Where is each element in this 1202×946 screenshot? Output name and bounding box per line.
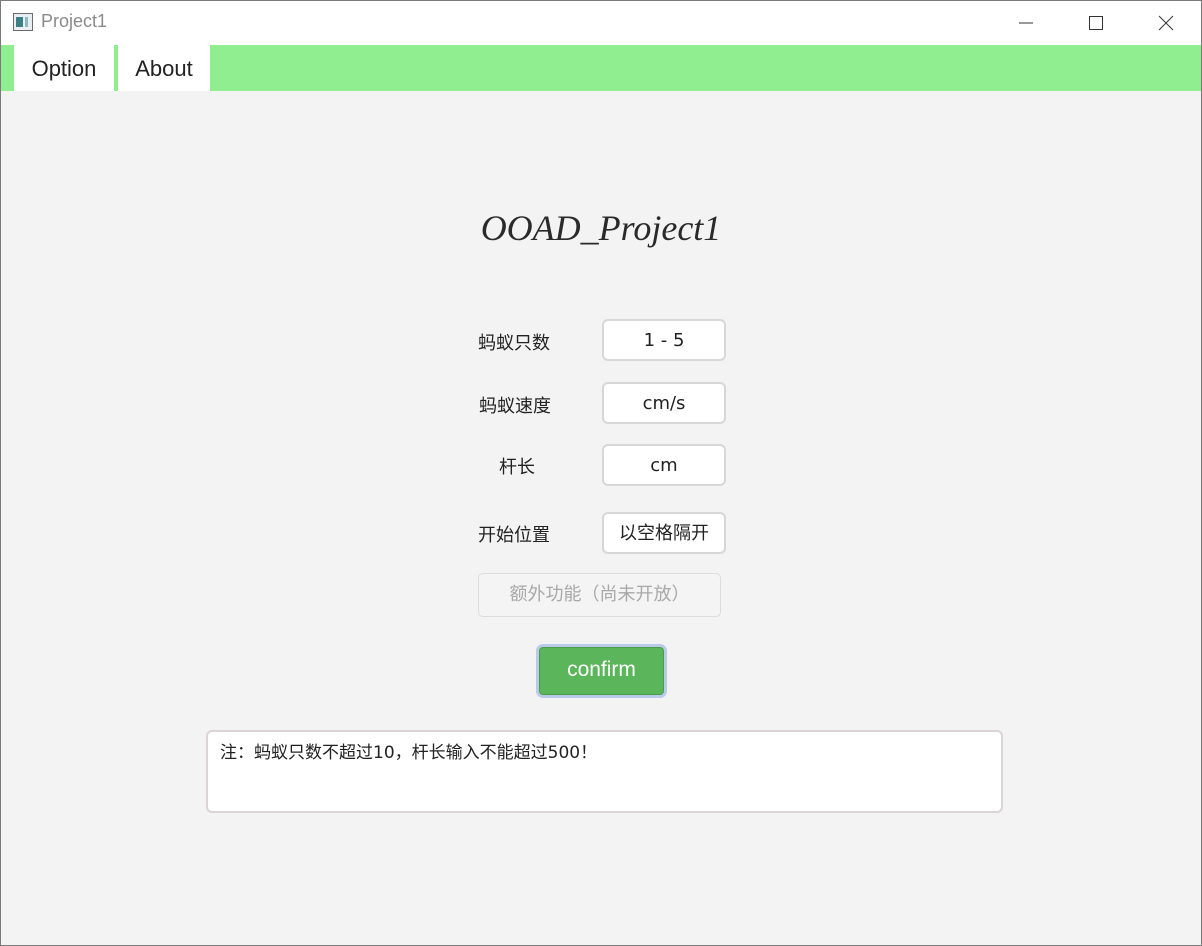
start-position-label: 开始位置 — [478, 525, 550, 546]
title-bar[interactable]: Project1 — [1, 1, 1201, 45]
confirm-button[interactable]: confirm — [536, 644, 667, 698]
menu-option[interactable]: Option — [14, 45, 114, 91]
ant-speed-input[interactable] — [602, 382, 726, 424]
pole-length-input[interactable] — [602, 444, 726, 486]
app-window-icon — [13, 13, 33, 31]
maximize-icon — [1089, 16, 1103, 30]
ant-speed-label: 蚂蚁速度 — [479, 396, 551, 417]
minimize-icon — [1019, 22, 1033, 24]
close-button[interactable] — [1131, 1, 1201, 45]
minimize-button[interactable] — [991, 1, 1061, 45]
ant-count-input[interactable] — [602, 319, 726, 361]
app-window: Project1 Option About OOAD_Project1 蚂蚁只数… — [0, 0, 1202, 946]
note-textarea[interactable]: 注：蚂蚁只数不超过10，杆长输入不能超过500！ — [206, 730, 1003, 813]
menu-about[interactable]: About — [118, 45, 210, 91]
pole-length-label: 杆长 — [499, 457, 535, 478]
page-title: OOAD_Project1 — [480, 208, 722, 248]
extra-features-button[interactable]: 额外功能（尚未开放） — [478, 573, 721, 617]
menu-bar: Option About — [1, 45, 1201, 91]
close-icon — [1158, 15, 1174, 31]
ant-count-label: 蚂蚁只数 — [478, 333, 550, 354]
window-title: Project1 — [41, 11, 108, 31]
start-position-input[interactable] — [602, 512, 726, 554]
maximize-button[interactable] — [1061, 1, 1131, 45]
